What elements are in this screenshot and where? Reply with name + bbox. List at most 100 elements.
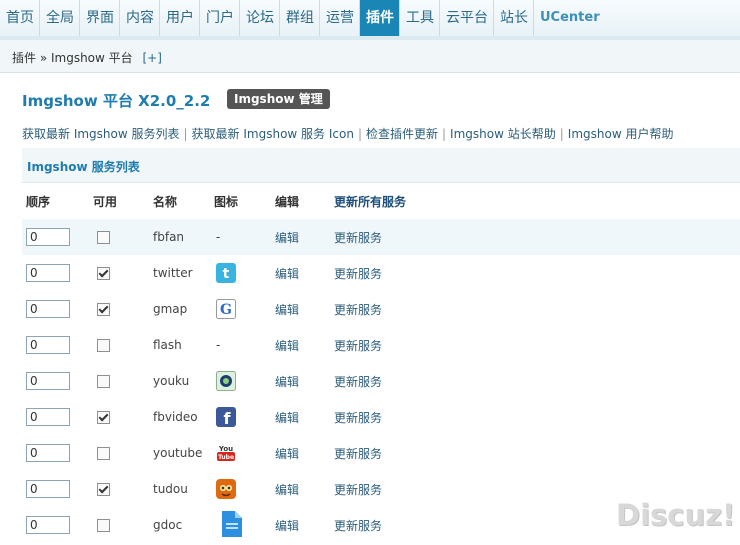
update-service-link[interactable]: 更新服务 bbox=[334, 265, 382, 282]
icon-cell bbox=[214, 471, 236, 507]
manage-button[interactable]: Imgshow 管理 bbox=[227, 89, 330, 109]
icon-cell: G bbox=[214, 291, 236, 327]
tab-ucenter[interactable]: UCenter bbox=[534, 0, 605, 36]
tab-users[interactable]: 用户 bbox=[160, 0, 200, 36]
edit-link[interactable]: 编辑 bbox=[275, 337, 299, 354]
service-name: tudou bbox=[153, 482, 188, 496]
service-name: gdoc bbox=[153, 518, 183, 532]
tab-global[interactable]: 全局 bbox=[40, 0, 80, 36]
update-service-link[interactable]: 更新服务 bbox=[334, 517, 382, 534]
order-cell bbox=[26, 435, 70, 471]
enable-checkbox[interactable] bbox=[97, 266, 110, 280]
tab-operations[interactable]: 运营 bbox=[320, 0, 360, 36]
order-input[interactable] bbox=[26, 300, 70, 318]
enable-checkbox[interactable] bbox=[97, 482, 110, 496]
tab-content[interactable]: 内容 bbox=[120, 0, 160, 36]
edit-cell: 编辑 bbox=[275, 507, 299, 543]
order-input[interactable] bbox=[26, 336, 70, 354]
order-cell bbox=[26, 399, 70, 435]
enable-checkbox[interactable] bbox=[97, 230, 110, 244]
tab-home[interactable]: 首页 bbox=[0, 0, 40, 36]
enable-checkbox[interactable] bbox=[97, 410, 110, 424]
available-cell bbox=[93, 219, 110, 255]
update-service-link[interactable]: 更新服务 bbox=[334, 229, 382, 246]
order-input[interactable] bbox=[26, 480, 70, 498]
order-input[interactable] bbox=[26, 408, 70, 426]
tab-forum[interactable]: 论坛 bbox=[240, 0, 280, 36]
edit-link[interactable]: 编辑 bbox=[275, 481, 299, 498]
order-input[interactable] bbox=[26, 444, 70, 462]
service-list-header: Imgshow 服务列表 bbox=[22, 148, 740, 183]
table-header: 顺序 可用 名称 图标 编辑 更新所有服务 bbox=[22, 183, 740, 220]
update-service-link[interactable]: 更新服务 bbox=[334, 445, 382, 462]
enable-checkbox[interactable] bbox=[97, 518, 110, 532]
svg-text:Tube: Tube bbox=[218, 454, 234, 461]
name-cell: youku bbox=[153, 363, 189, 399]
tab-portal[interactable]: 门户 bbox=[200, 0, 240, 36]
enable-checkbox[interactable] bbox=[97, 338, 110, 352]
update-cell: 更新服务 bbox=[334, 363, 382, 399]
name-cell: fbvideo bbox=[153, 399, 198, 435]
page-title: Imgshow 平台 X2.0_2.2 bbox=[22, 92, 211, 110]
edit-link[interactable]: 编辑 bbox=[275, 373, 299, 390]
edit-link[interactable]: 编辑 bbox=[275, 517, 299, 534]
update-cell: 更新服务 bbox=[334, 507, 382, 543]
update-cell: 更新服务 bbox=[334, 399, 382, 435]
add-shortcut-button[interactable]: [+] bbox=[142, 51, 161, 65]
svg-text:You: You bbox=[218, 445, 233, 453]
order-input[interactable] bbox=[26, 264, 70, 282]
icon-cell bbox=[214, 507, 246, 545]
check-update-link[interactable]: 检查插件更新 bbox=[366, 127, 438, 141]
order-cell bbox=[26, 219, 70, 255]
service-name: youku bbox=[153, 374, 190, 388]
table-row: flash - 编辑 更新服务 bbox=[22, 327, 740, 364]
separator: | bbox=[559, 127, 564, 141]
action-links: 获取最新 Imgshow 服务列表 | 获取最新 Imgshow 服务 Icon | 检… bbox=[22, 125, 673, 142]
tab-interface[interactable]: 界面 bbox=[80, 0, 120, 36]
service-name: gmap bbox=[153, 302, 188, 316]
icon-cell: t bbox=[214, 255, 236, 291]
update-service-link[interactable]: 更新服务 bbox=[334, 373, 382, 390]
tab-tools[interactable]: 工具 bbox=[400, 0, 440, 36]
update-cell: 更新服务 bbox=[334, 219, 382, 255]
update-service-link[interactable]: 更新服务 bbox=[334, 481, 382, 498]
name-cell: twitter bbox=[153, 255, 193, 291]
table-row: youku 编辑 更新服务 bbox=[22, 363, 740, 400]
fetch-service-icon-link[interactable]: 获取最新 Imgshow 服务 Icon bbox=[192, 127, 354, 141]
enable-checkbox[interactable] bbox=[97, 302, 110, 316]
tab-groups[interactable]: 群组 bbox=[280, 0, 320, 36]
edit-cell: 编辑 bbox=[275, 219, 299, 255]
tab-cloud-platform[interactable]: 云平台 bbox=[440, 0, 494, 36]
tab-founder[interactable]: 站长 bbox=[494, 0, 534, 36]
enable-checkbox[interactable] bbox=[97, 374, 110, 388]
update-cell: 更新服务 bbox=[334, 291, 382, 327]
available-cell bbox=[93, 363, 110, 399]
update-service-link[interactable]: 更新服务 bbox=[334, 301, 382, 318]
update-service-link[interactable]: 更新服务 bbox=[334, 337, 382, 354]
fetch-service-list-link[interactable]: 获取最新 Imgshow 服务列表 bbox=[22, 127, 180, 141]
order-input[interactable] bbox=[26, 516, 70, 534]
enable-checkbox[interactable] bbox=[97, 446, 110, 460]
tab-plugins[interactable]: 插件 bbox=[360, 0, 400, 36]
edit-link[interactable]: 编辑 bbox=[275, 409, 299, 426]
column-icon: 图标 bbox=[214, 194, 239, 209]
admin-help-link[interactable]: Imgshow 站长帮助 bbox=[450, 127, 556, 141]
breadcrumb-text: 插件 » Imgshow 平台 bbox=[12, 51, 133, 65]
edit-link[interactable]: 编辑 bbox=[275, 229, 299, 246]
update-all-services-link[interactable]: 更新所有服务 bbox=[334, 183, 406, 219]
user-help-link[interactable]: Imgshow 用户帮助 bbox=[568, 127, 674, 141]
edit-cell: 编辑 bbox=[275, 255, 299, 291]
edit-link[interactable]: 编辑 bbox=[275, 265, 299, 282]
edit-cell: 编辑 bbox=[275, 399, 299, 435]
icon-cell: You Tube bbox=[214, 435, 236, 471]
update-service-link[interactable]: 更新服务 bbox=[334, 409, 382, 426]
name-cell: gmap bbox=[153, 291, 187, 327]
icon-cell: - bbox=[214, 327, 220, 363]
separator: | bbox=[442, 127, 447, 141]
edit-link[interactable]: 编辑 bbox=[275, 301, 299, 318]
edit-link[interactable]: 编辑 bbox=[275, 445, 299, 462]
order-cell bbox=[26, 507, 70, 543]
order-input[interactable] bbox=[26, 228, 70, 246]
order-input[interactable] bbox=[26, 372, 70, 390]
column-available: 可用 bbox=[93, 194, 118, 209]
